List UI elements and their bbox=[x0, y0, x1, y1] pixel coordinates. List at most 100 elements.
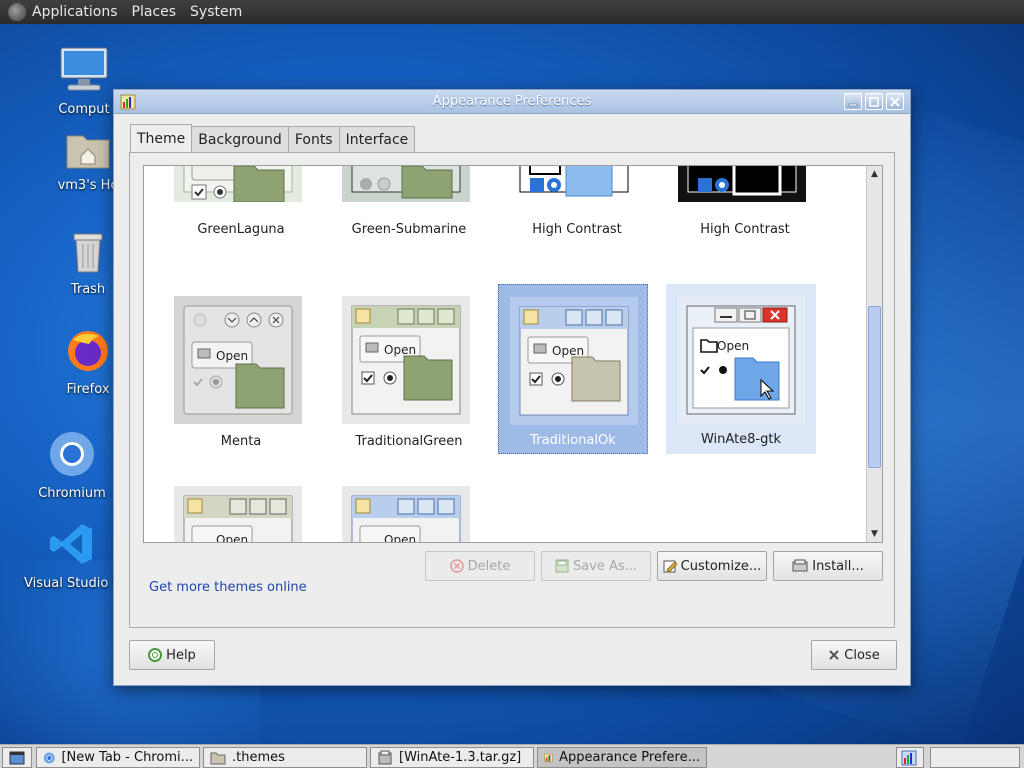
theme-preview-thumbnail: Open bbox=[174, 486, 302, 543]
folder-icon bbox=[210, 752, 226, 764]
desktop-icon-chromium[interactable]: Chromium bbox=[24, 430, 120, 501]
menu-applications[interactable]: Applications bbox=[32, 4, 118, 20]
customize-button[interactable]: Customize... bbox=[657, 551, 767, 581]
svg-text:Open: Open bbox=[552, 344, 584, 358]
bottom-taskbar: [New Tab - Chromi... .themes [WinAte-1.3… bbox=[0, 744, 1024, 768]
taskbar-item-label: [WinAte-1.3.tar.gz] bbox=[399, 750, 522, 765]
theme-name: TraditionalOk bbox=[530, 433, 616, 448]
desktop-icon-vscode[interactable]: Visual Studio C bbox=[24, 520, 122, 591]
tab-fonts[interactable]: Fonts bbox=[287, 126, 340, 152]
save-icon bbox=[555, 559, 569, 573]
theme-name: Green-Submarine bbox=[351, 222, 467, 237]
close-window-button[interactable] bbox=[886, 93, 904, 110]
desktop-icon-label: Chromium bbox=[38, 486, 106, 501]
tab-bar: Theme Background Fonts Interface bbox=[130, 124, 416, 152]
theme-list-scrollbar[interactable]: ▲ ▼ bbox=[866, 166, 882, 542]
scroll-up-icon[interactable]: ▲ bbox=[867, 166, 882, 182]
scroll-thumb[interactable] bbox=[868, 306, 881, 468]
save-as-button[interactable]: Save As... bbox=[541, 551, 651, 581]
taskbar-item-appearance-preferences[interactable]: Appearance Prefere... bbox=[537, 747, 707, 768]
customize-label: Customize... bbox=[680, 558, 762, 574]
theme-item-green-submarine[interactable]: Green-Submarine bbox=[334, 166, 484, 244]
theme-item-traditionalok[interactable]: Open TraditionalOk bbox=[498, 284, 648, 454]
customize-icon bbox=[663, 560, 677, 573]
workspace-switcher[interactable] bbox=[930, 747, 1020, 768]
taskbar-item-label: Appearance Prefere... bbox=[559, 750, 700, 765]
get-more-themes-link[interactable]: Get more themes online bbox=[149, 580, 307, 595]
chromium-icon bbox=[43, 752, 55, 763]
theme-item[interactable]: Open bbox=[334, 474, 484, 543]
svg-text:Open: Open bbox=[216, 533, 248, 543]
install-button[interactable]: Install... bbox=[773, 551, 883, 581]
dialog-title: Appearance Preferences bbox=[432, 94, 592, 109]
svg-text:Open: Open bbox=[384, 343, 416, 357]
theme-item-greenlaguna[interactable]: GreenLaguna bbox=[166, 166, 316, 244]
taskbar-item-archive[interactable]: [WinAte-1.3.tar.gz] bbox=[370, 747, 534, 768]
home-folder-icon bbox=[66, 135, 110, 169]
chromium-icon bbox=[50, 432, 94, 476]
dialog-titlebar[interactable]: Appearance Preferences bbox=[114, 90, 910, 114]
taskbar-item-chromium[interactable]: [New Tab - Chromi... bbox=[36, 747, 200, 768]
menu-places[interactable]: Places bbox=[132, 4, 177, 20]
appearance-icon bbox=[901, 750, 917, 765]
close-button[interactable]: Close bbox=[811, 640, 897, 670]
theme-item-high-contrast-inverse[interactable]: High Contrast bbox=[670, 166, 820, 244]
taskbar-item-themes-folder[interactable]: .themes bbox=[203, 747, 367, 768]
theme-name: High Contrast bbox=[532, 222, 622, 237]
theme-item-traditionalgreen[interactable]: Open TraditionalGreen bbox=[334, 284, 484, 454]
help-label: Help bbox=[166, 647, 196, 663]
top-panel: Applications Places System bbox=[0, 0, 1024, 24]
computer-icon bbox=[60, 47, 108, 91]
theme-list: GreenLaguna Green-Submarine High Contras… bbox=[143, 165, 883, 543]
maximize-button[interactable] bbox=[865, 93, 883, 110]
theme-preview-thumbnail bbox=[678, 166, 806, 202]
taskbar-item-label: .themes bbox=[232, 750, 285, 765]
install-label: Install... bbox=[812, 558, 864, 574]
save-as-label: Save As... bbox=[572, 558, 638, 574]
maximize-icon bbox=[869, 96, 879, 107]
install-icon bbox=[792, 559, 808, 572]
archive-icon bbox=[378, 750, 392, 764]
svg-text:Open: Open bbox=[717, 339, 749, 353]
menu-system[interactable]: System bbox=[190, 4, 242, 20]
delete-icon bbox=[449, 559, 464, 573]
vscode-icon bbox=[50, 524, 92, 564]
theme-item[interactable]: Open bbox=[166, 474, 316, 543]
tab-background[interactable]: Background bbox=[191, 126, 289, 152]
tray-appearance-item[interactable] bbox=[896, 747, 924, 768]
theme-item-menta[interactable]: Open Menta bbox=[166, 284, 316, 454]
theme-preview-thumbnail bbox=[519, 166, 629, 197]
tab-interface[interactable]: Interface bbox=[338, 126, 416, 152]
minimize-button[interactable] bbox=[844, 93, 862, 110]
svg-text:Open: Open bbox=[216, 349, 248, 363]
taskbar-item-label: [New Tab - Chromi... bbox=[61, 750, 193, 765]
svg-text:Open: Open bbox=[384, 533, 416, 543]
appearance-icon bbox=[544, 753, 553, 762]
theme-preview-thumbnail: Open bbox=[342, 296, 470, 424]
theme-name: High Contrast bbox=[700, 222, 790, 237]
help-button[interactable]: Help bbox=[129, 640, 215, 670]
theme-preview-thumbnail bbox=[342, 166, 470, 202]
theme-preview-thumbnail: Open bbox=[510, 297, 638, 425]
theme-item-winate8-gtk[interactable]: Open WinAte8-gtk bbox=[666, 284, 816, 454]
tab-theme[interactable]: Theme bbox=[130, 124, 193, 152]
desktop-icon-label: Visual Studio C bbox=[24, 576, 122, 591]
theme-name: GreenLaguna bbox=[197, 222, 285, 237]
firefox-icon bbox=[68, 331, 108, 371]
theme-name: Menta bbox=[220, 434, 262, 449]
delete-button[interactable]: Delete bbox=[425, 551, 535, 581]
trash-icon bbox=[73, 233, 103, 273]
close-icon bbox=[829, 650, 839, 660]
close-label: Close bbox=[844, 647, 880, 663]
show-desktop-button[interactable] bbox=[2, 747, 32, 768]
theme-preview-thumbnail: Open bbox=[174, 296, 302, 424]
close-icon bbox=[890, 96, 900, 107]
scroll-down-icon[interactable]: ▼ bbox=[867, 526, 882, 542]
theme-item-high-contrast[interactable]: High Contrast bbox=[502, 166, 652, 244]
distro-logo-icon[interactable] bbox=[8, 3, 26, 21]
theme-tab-panel: GreenLaguna Green-Submarine High Contras… bbox=[129, 152, 895, 628]
theme-preview-thumbnail: Open bbox=[342, 486, 470, 543]
delete-label: Delete bbox=[467, 558, 511, 574]
theme-name: TraditionalGreen bbox=[355, 434, 463, 449]
appearance-preferences-dialog: Appearance Preferences Theme Background … bbox=[113, 89, 911, 686]
